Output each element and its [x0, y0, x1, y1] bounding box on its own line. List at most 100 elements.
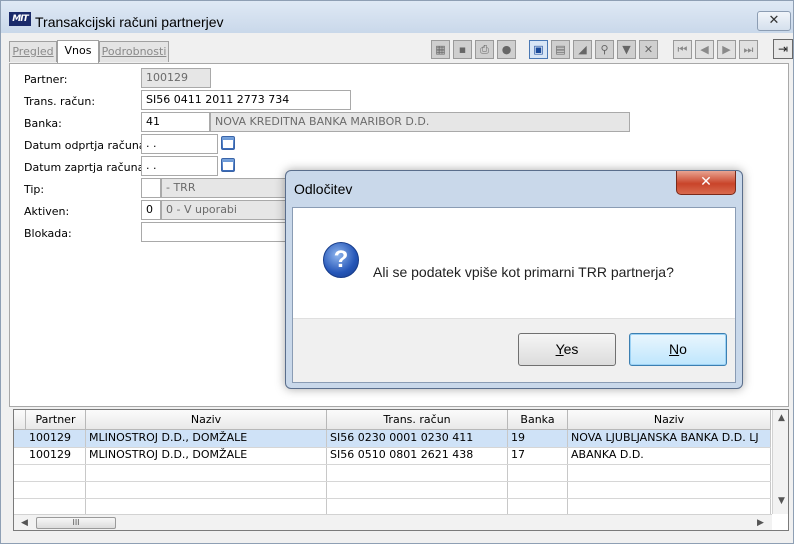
banka-code-input[interactable]: 41: [141, 112, 210, 132]
datum-zaprtja-input[interactable]: . .: [141, 156, 218, 176]
dialog-message: Ali se podatek vpiše kot primarni TRR pa…: [373, 264, 674, 280]
cell-partner: 100129: [26, 430, 86, 447]
table-row[interactable]: 100129 MLINOSTROJ D.D., DOMŽALE SI56 051…: [14, 447, 771, 464]
empty-cell: [327, 498, 508, 515]
cell-trans-racun: SI56 0230 0001 0230 411: [327, 430, 508, 447]
next-record-icon[interactable]: ▶: [717, 40, 736, 59]
empty-cell: [327, 481, 508, 498]
empty-cell: [26, 498, 86, 515]
column-header-partner[interactable]: Partner: [26, 410, 86, 430]
refresh-icon[interactable]: ●: [497, 40, 516, 59]
empty-cell: [568, 498, 771, 515]
column-header-banka[interactable]: Banka: [508, 410, 568, 430]
print-icon[interactable]: ⎙: [475, 40, 494, 59]
delete-icon[interactable]: ✕: [639, 40, 658, 59]
trans-racun-input[interactable]: SI56 0411 2011 2773 734: [141, 90, 351, 110]
row-header-corner: [14, 410, 26, 430]
aktiven-label: Aktiven:: [24, 205, 70, 218]
blokada-label: Blokada:: [24, 227, 72, 240]
window-title: Transakcijski računi partnerjev: [35, 14, 224, 30]
tab-vnos[interactable]: Vnos: [57, 40, 99, 63]
no-button[interactable]: No: [629, 333, 727, 366]
calendar-icon[interactable]: [221, 136, 235, 150]
yes-label-rest: es: [563, 341, 579, 357]
filter-icon[interactable]: ▼: [617, 40, 636, 59]
empty-cell: [508, 498, 568, 515]
save-icon[interactable]: ▣: [529, 40, 548, 59]
question-icon: ?: [323, 242, 359, 278]
scroll-down-icon[interactable]: ▼: [773, 496, 788, 506]
cell-banka: 19: [508, 430, 568, 447]
datum-zaprtja-label: Datum zaprtja računa:: [24, 161, 149, 174]
confirm-dialog: Odločitev ✕ ? Ali se podatek vpiše kot p…: [285, 170, 743, 389]
first-record-icon[interactable]: ⏮: [673, 40, 692, 59]
cell-trans-racun: SI56 0510 0801 2621 438: [327, 447, 508, 464]
calendar-icon[interactable]: [221, 158, 235, 172]
row-divider: [14, 447, 771, 448]
open-folder-icon[interactable]: ▤: [551, 40, 570, 59]
tab-podrobnosti[interactable]: Podrobnosti: [99, 41, 169, 62]
datum-odprtja-input[interactable]: . .: [141, 134, 218, 154]
cell-banka-naziv: NOVA LJUBLJANSKA BANKA D.D. LJ: [568, 430, 771, 447]
app-logo: MIT: [9, 12, 31, 26]
cell-naziv: MLINOSTROJ D.D., DOMŽALE: [86, 430, 327, 447]
form-view-icon[interactable]: ▪: [453, 40, 472, 59]
banka-name-field: NOVA KREDITNA BANKA MARIBOR D.D.: [210, 112, 630, 132]
dialog-button-area: Yes No: [293, 318, 735, 382]
column-header-banka-naziv[interactable]: Naziv: [568, 410, 771, 430]
aktiven-code-input[interactable]: 0: [141, 200, 161, 220]
table-row[interactable]: [14, 498, 771, 515]
empty-cell: [86, 464, 327, 481]
no-label-rest: o: [679, 341, 687, 357]
exit-icon[interactable]: ⇥: [773, 39, 793, 59]
empty-cell: [26, 464, 86, 481]
row-divider: [14, 481, 771, 482]
yes-button[interactable]: Yes: [518, 333, 616, 366]
erase-icon[interactable]: ◢: [573, 40, 592, 59]
table-row[interactable]: 100129 MLINOSTROJ D.D., DOMŽALE SI56 023…: [14, 430, 771, 447]
table-row[interactable]: [14, 464, 771, 481]
horizontal-scroll-thumb[interactable]: III: [36, 517, 116, 529]
empty-cell: [86, 498, 327, 515]
row-divider: [14, 498, 771, 499]
empty-cell: [568, 481, 771, 498]
tip-label: Tip:: [24, 183, 45, 196]
previous-record-icon[interactable]: ◀: [695, 40, 714, 59]
main-window: MIT Transakcijski računi partnerjev ✕ Pr…: [0, 0, 794, 544]
grid-view-icon[interactable]: ▦: [431, 40, 450, 59]
table-row[interactable]: [14, 481, 771, 498]
empty-cell: [26, 481, 86, 498]
cell-banka: 17: [508, 447, 568, 464]
window-close-button[interactable]: ✕: [757, 11, 791, 31]
scroll-left-icon[interactable]: ◀: [16, 518, 33, 528]
dialog-message-area: ? Ali se podatek vpiše kot primarni TRR …: [293, 208, 735, 318]
trans-racun-label: Trans. račun:: [24, 95, 96, 108]
empty-cell: [508, 464, 568, 481]
empty-cell: [86, 481, 327, 498]
empty-cell: [568, 464, 771, 481]
scroll-right-icon[interactable]: ▶: [752, 518, 769, 528]
tip-code-input[interactable]: [141, 178, 161, 198]
vertical-scrollbar[interactable]: ▲ ▼: [772, 410, 788, 514]
horizontal-scrollbar[interactable]: ◀ III ▶: [14, 514, 772, 530]
column-header-trans-racun[interactable]: Trans. račun: [327, 410, 508, 430]
partner-label: Partner:: [24, 73, 68, 86]
datum-odprtja-label: Datum odprtja računa:: [24, 139, 150, 152]
dialog-title: Odločitev: [294, 181, 353, 197]
cell-partner: 100129: [26, 447, 86, 464]
title-bar: MIT Transakcijski računi partnerjev ✕: [1, 1, 793, 33]
dialog-body: ? Ali se podatek vpiše kot primarni TRR …: [292, 207, 736, 383]
banka-label: Banka:: [24, 117, 62, 130]
dialog-close-button[interactable]: ✕: [676, 171, 736, 195]
row-divider: [14, 464, 771, 465]
cell-naziv: MLINOSTROJ D.D., DOMŽALE: [86, 447, 327, 464]
last-record-icon[interactable]: ⏭: [739, 40, 758, 59]
no-mnemonic: N: [669, 341, 680, 357]
search-icon[interactable]: ⚲: [595, 40, 614, 59]
cell-banka-naziv: ABANKA D.D.: [568, 447, 771, 464]
accounts-grid: Partner Naziv Trans. račun Banka Naziv ▶…: [13, 409, 789, 531]
column-header-naziv[interactable]: Naziv: [86, 410, 327, 430]
empty-cell: [327, 464, 508, 481]
scroll-up-icon[interactable]: ▲: [773, 413, 788, 423]
tab-pregled[interactable]: Pregled: [9, 41, 57, 62]
